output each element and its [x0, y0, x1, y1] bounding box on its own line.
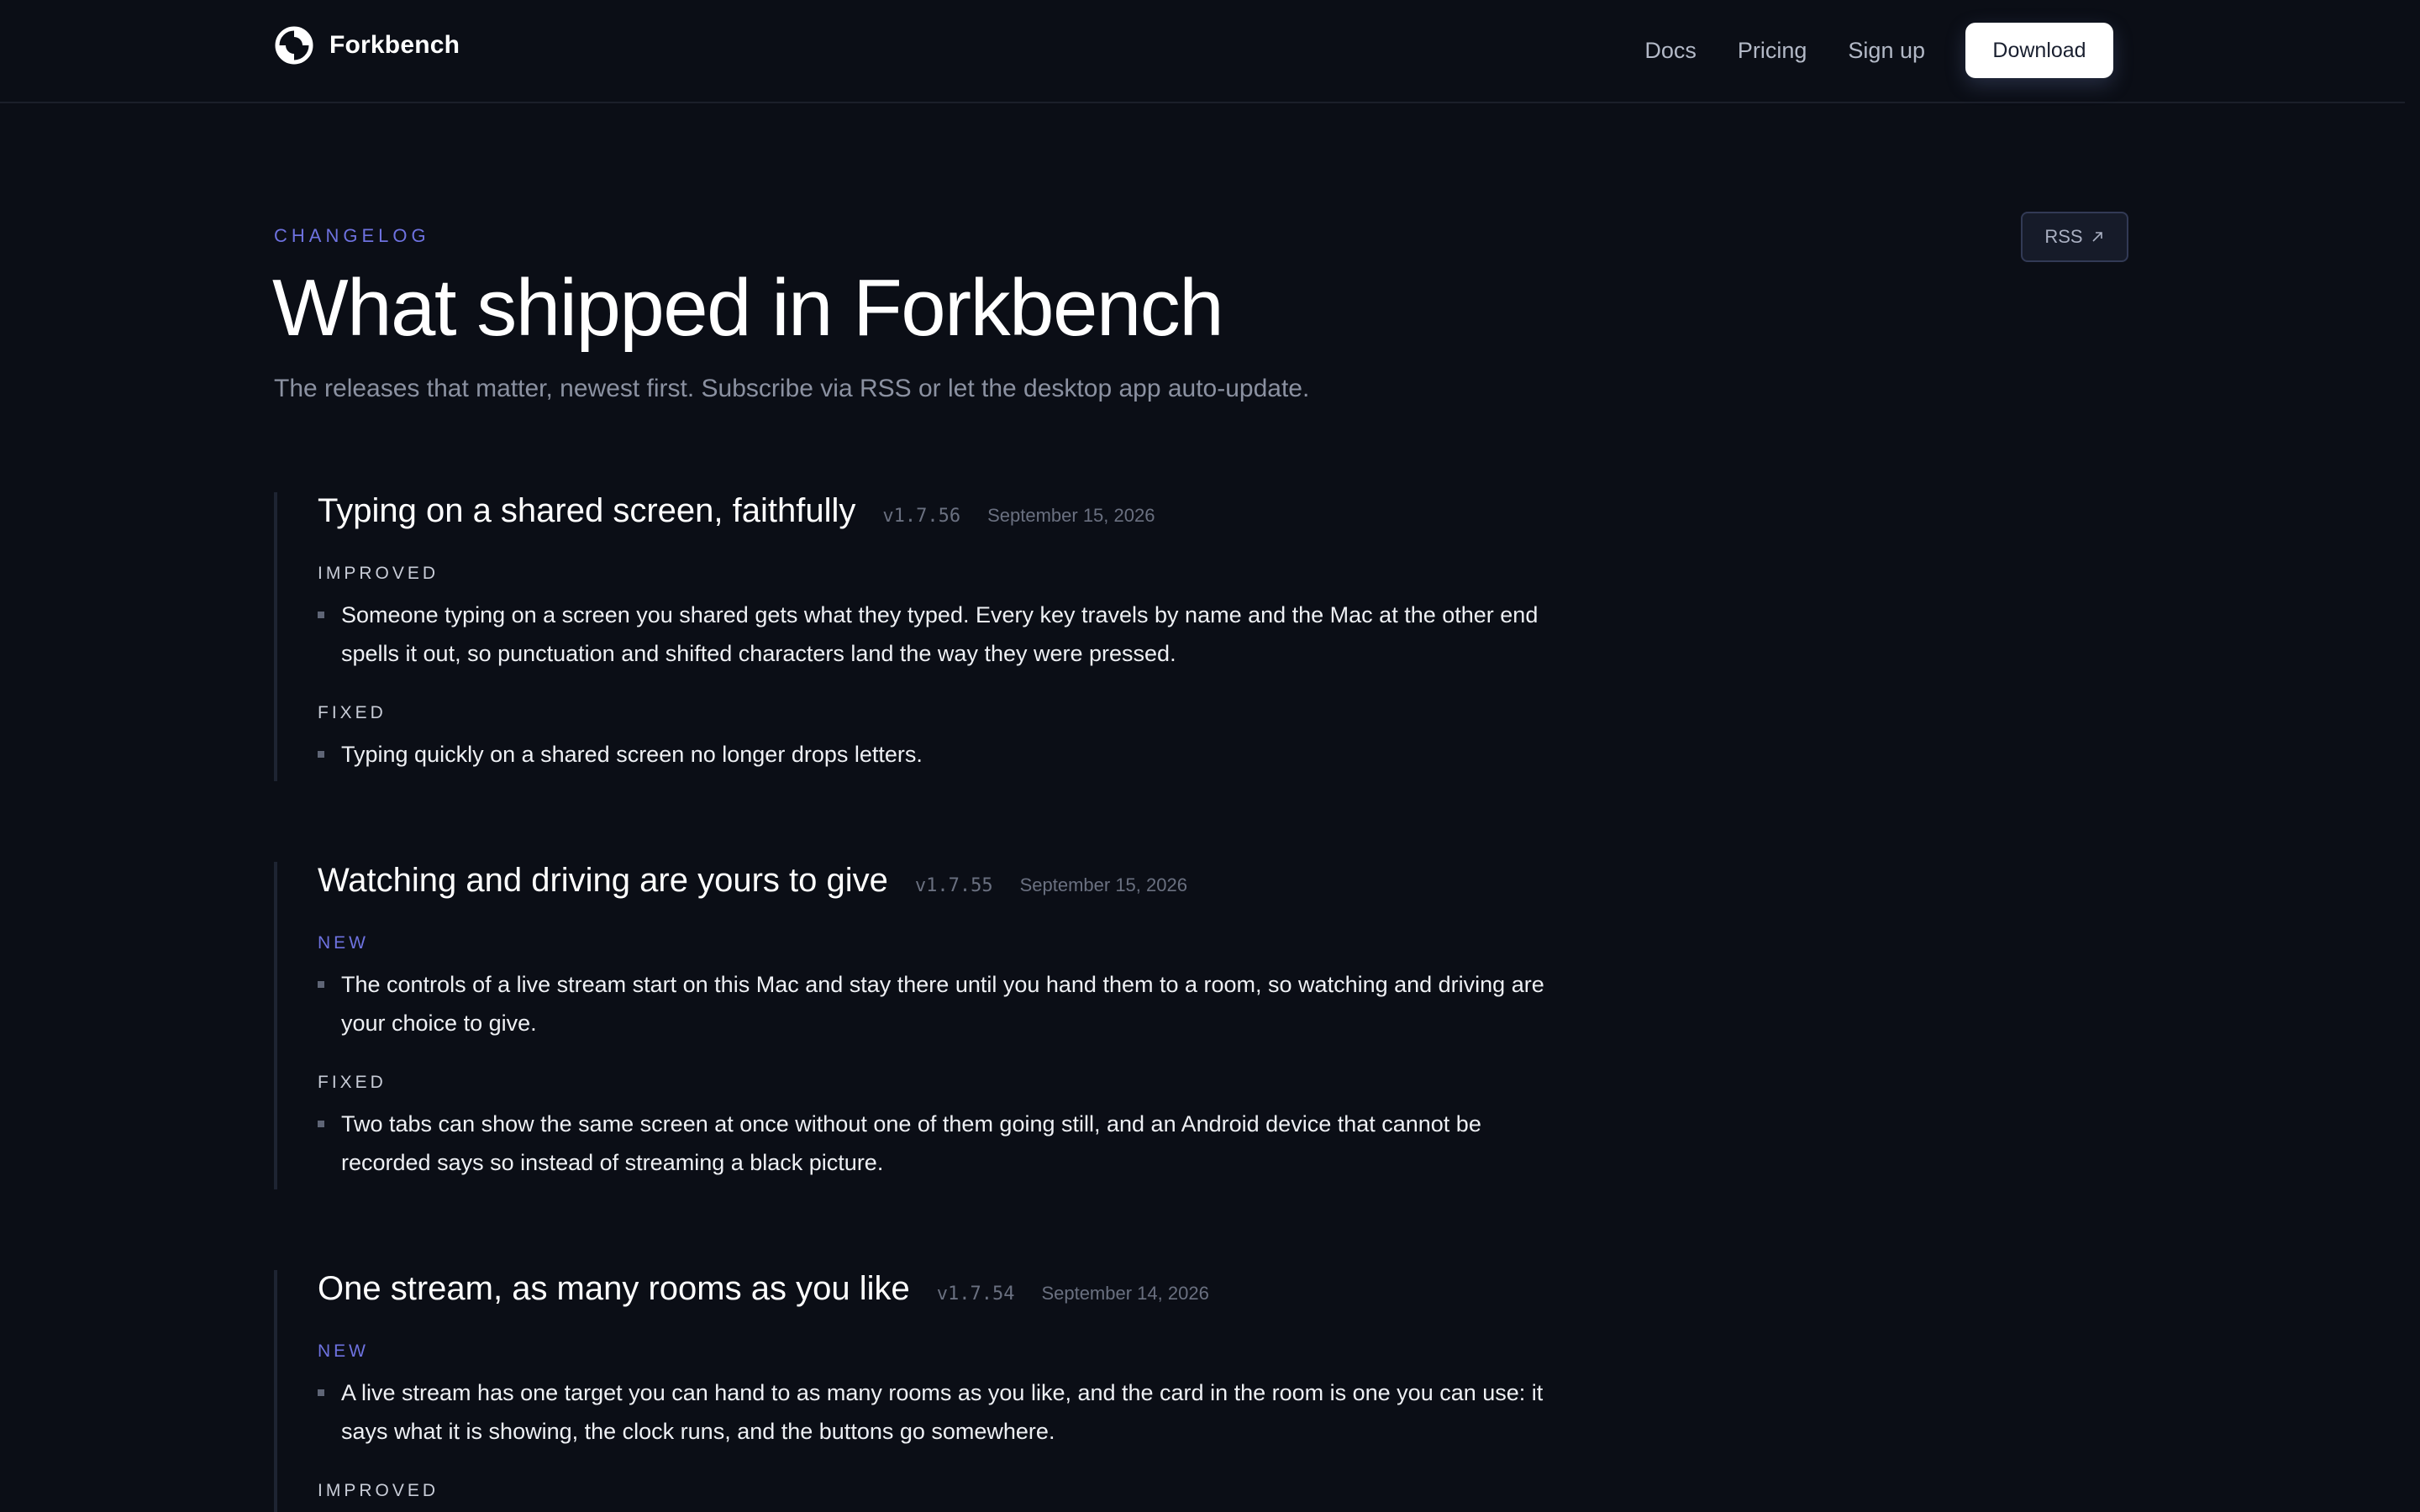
release-date: September 15, 2026 [987, 505, 1155, 526]
page-title: What shipped in Forkbench [272, 263, 1224, 353]
change-item: Someone typing on a screen you shared ge… [318, 596, 1568, 673]
release-section: IMPROVED [318, 1481, 1568, 1501]
release-title: One stream, as many rooms as you like [318, 1270, 910, 1307]
change-item: A live stream has one target you can han… [318, 1373, 1568, 1451]
brand[interactable]: Forkbench [274, 25, 460, 66]
change-list: The controls of a live stream start on t… [318, 965, 1568, 1042]
bullet-icon [318, 1121, 324, 1127]
change-text: Someone typing on a screen you shared ge… [341, 602, 1539, 666]
release-version: v1.7.54 [936, 1284, 1015, 1305]
release-header: Watching and driving are yours to give v… [318, 862, 1568, 900]
release-section: FIXED Two tabs can show the same screen … [318, 1073, 1568, 1182]
forkbench-logo-icon [275, 26, 313, 65]
change-text: Two tabs can show the same screen at onc… [341, 1111, 1481, 1175]
release-version: v1.7.55 [914, 875, 993, 896]
nav-link-sign-up[interactable]: Sign up [1848, 38, 1925, 64]
release-section: NEW A live stream has one target you can… [318, 1341, 1568, 1451]
page-subtitle: The releases that matter, newest first. … [274, 375, 1310, 402]
section-label: NEW [318, 933, 369, 953]
release-version: v1.7.56 [882, 506, 961, 527]
section-label: NEW [318, 1341, 369, 1361]
bullet-icon [318, 1389, 324, 1396]
release-title: Typing on a shared screen, faithfully [318, 492, 856, 529]
release-title: Watching and driving are yours to give [318, 862, 888, 899]
change-list: Two tabs can show the same screen at onc… [318, 1105, 1568, 1182]
bullet-icon [318, 981, 324, 988]
change-item: Two tabs can show the same screen at onc… [318, 1105, 1568, 1182]
brand-name: Forkbench [329, 31, 460, 59]
section-label: FIXED [318, 703, 387, 722]
change-list: Typing quickly on a shared screen no lon… [318, 735, 1568, 774]
release-entry: One stream, as many rooms as you like v1… [274, 1270, 1568, 1512]
change-list: A live stream has one target you can han… [318, 1373, 1568, 1451]
release-date: September 15, 2026 [1019, 874, 1187, 895]
release-date: September 14, 2026 [1041, 1283, 1209, 1304]
change-text: Typing quickly on a shared screen no lon… [341, 742, 923, 767]
release-section: NEW The controls of a live stream start … [318, 933, 1568, 1042]
change-text: A live stream has one target you can han… [341, 1380, 1544, 1444]
release-entry: Typing on a shared screen, faithfully v1… [274, 492, 1568, 781]
section-label: FIXED [318, 1073, 387, 1092]
changelog-eyebrow: CHANGELOG [274, 225, 430, 246]
changelog-page: Forkbench Docs Pricing Sign up Download … [0, 0, 2420, 1512]
change-text: The controls of a live stream start on t… [341, 972, 1544, 1036]
site-header: Forkbench Docs Pricing Sign up Download [0, 0, 2405, 103]
release-section: IMPROVED Someone typing on a screen you … [318, 564, 1568, 673]
rss-label: RSS [2044, 226, 2083, 247]
arrow-up-right-icon [2092, 232, 2102, 242]
rss-button[interactable]: RSS [2021, 212, 2128, 262]
nav-link-docs[interactable]: Docs [1644, 38, 1697, 64]
download-button[interactable]: Download [1965, 23, 2113, 78]
section-label: IMPROVED [318, 1481, 439, 1500]
change-list: Someone typing on a screen you shared ge… [318, 596, 1568, 673]
change-item: The controls of a live stream start on t… [318, 965, 1568, 1042]
bullet-icon [318, 751, 324, 758]
top-nav: Docs Pricing Sign up Download [1644, 23, 2113, 78]
release-header: One stream, as many rooms as you like v1… [318, 1270, 1568, 1308]
bullet-icon [318, 612, 324, 618]
release-entry: Watching and driving are yours to give v… [274, 862, 1568, 1189]
nav-link-pricing[interactable]: Pricing [1738, 38, 1807, 64]
release-header: Typing on a shared screen, faithfully v1… [318, 492, 1568, 530]
release-section: FIXED Typing quickly on a shared screen … [318, 703, 1568, 774]
change-item: Typing quickly on a shared screen no lon… [318, 735, 1568, 774]
section-label: IMPROVED [318, 564, 439, 583]
